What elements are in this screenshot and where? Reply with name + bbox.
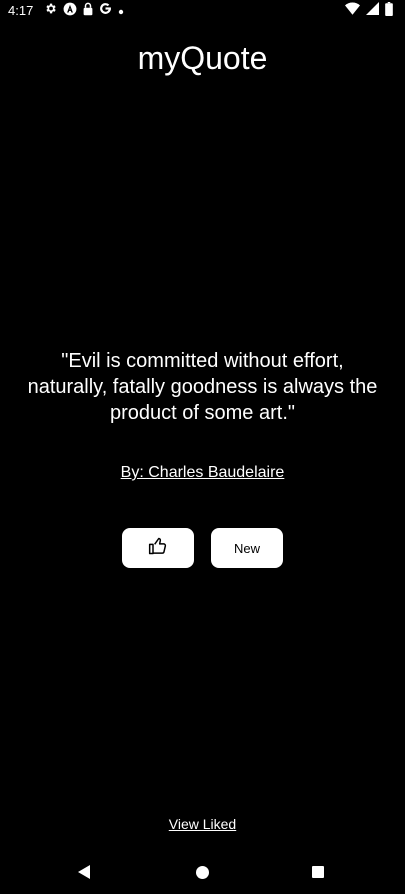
new-quote-button[interactable]: New: [211, 528, 283, 568]
status-icons-left: [44, 2, 124, 21]
a-circle-icon: [63, 2, 77, 21]
status-icons-right: [345, 1, 393, 21]
back-icon[interactable]: [78, 865, 90, 879]
status-bar: 4:17: [0, 0, 405, 22]
view-liked-link[interactable]: View Liked: [0, 816, 405, 832]
thumbs-up-icon: [148, 536, 168, 561]
wifi-icon: [345, 2, 360, 20]
home-icon[interactable]: [196, 866, 209, 879]
quote-author-link[interactable]: By: Charles Baudelaire: [0, 464, 405, 482]
app-title: myQuote: [137, 40, 268, 76]
dot-icon: [118, 2, 124, 20]
google-icon: [99, 2, 112, 20]
quote-text: "Evil is committed without effort, natur…: [27, 350, 378, 424]
battery-icon: [385, 1, 393, 21]
like-button[interactable]: [122, 528, 194, 568]
signal-icon: [366, 2, 379, 20]
lock-icon: [83, 2, 93, 21]
navigation-bar: [0, 852, 405, 894]
gear-icon: [44, 2, 57, 20]
status-time: 4:17: [8, 3, 34, 18]
recents-icon[interactable]: [312, 866, 324, 878]
